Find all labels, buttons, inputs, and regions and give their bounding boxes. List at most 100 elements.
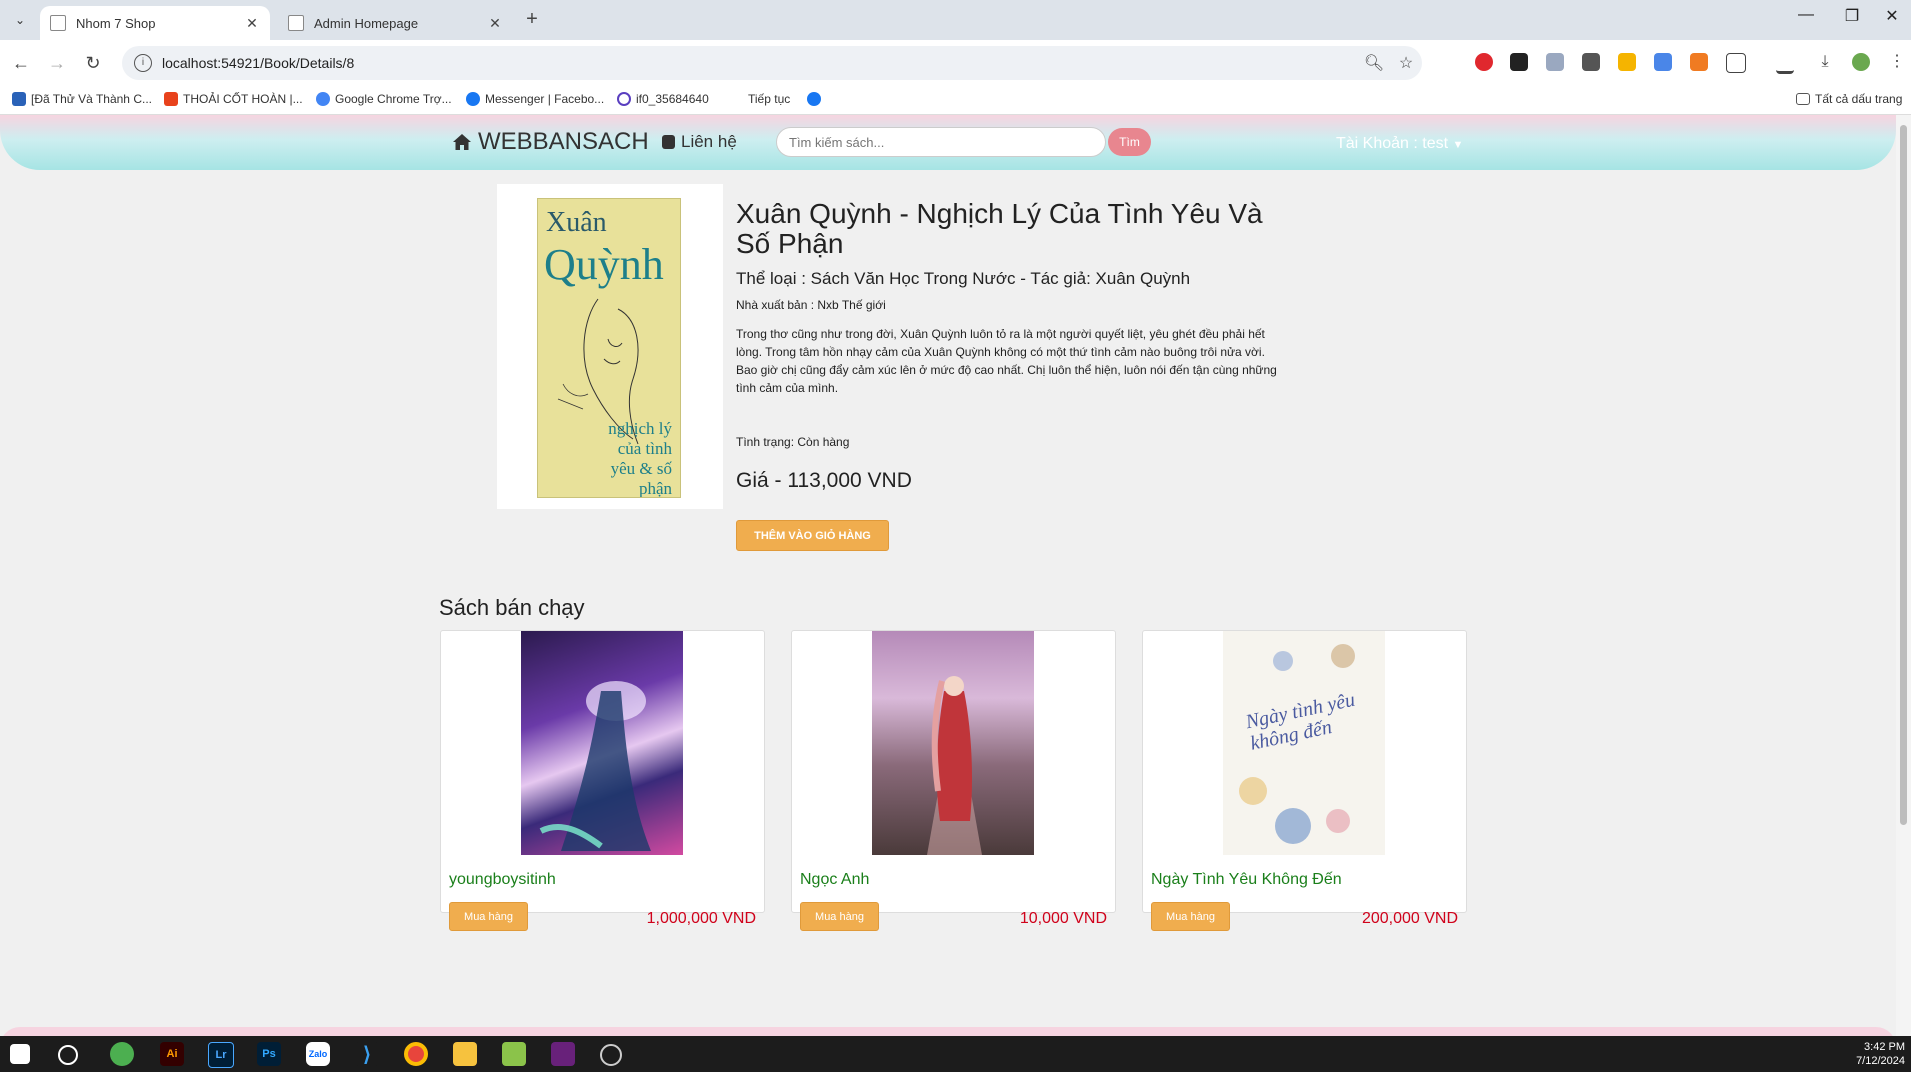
shopee-icon [164,92,178,106]
bookmark-item[interactable]: Messenger | Facebo... [466,92,604,106]
page-content: WEBBANSACH Liên hệ Tìm Tài Khoản : test … [0,115,1896,1036]
address-bar[interactable]: i localhost:54921/Book/Details/8 🔍︎ ☆ [122,46,1422,80]
search-input[interactable] [776,127,1106,157]
tab-admin-homepage[interactable]: Admin Homepage ✕ [278,6,513,40]
google-icon [316,92,330,106]
search-button[interactable]: Tìm [1108,128,1151,156]
bookmark-item[interactable]: Google Chrome Trợ... [316,92,452,106]
folder-icon [1796,93,1810,105]
product-card[interactable]: Ngọc Anh Mua hàng 10,000 VND [791,630,1116,931]
tab-nhom7-shop[interactable]: Nhom 7 Shop ✕ [40,6,270,40]
site-navbar: WEBBANSACH Liên hệ Tìm Tài Khoản : test … [0,115,1896,170]
bookmarks-bar: [Đã Thử Và Thành C... THOẢI CỐT HOÀN |..… [0,86,1911,115]
info-icon[interactable]: i [134,54,152,72]
minimize-button[interactable]: — [1786,6,1826,24]
url-text[interactable]: localhost:54921/Book/Details/8 [162,55,1358,71]
shield-extension-icon[interactable] [1546,53,1564,71]
buy-button[interactable]: Mua hàng [449,902,528,931]
lightroom-icon[interactable]: Lr [208,1042,234,1068]
add-to-cart-button[interactable]: THÊM VÀO GIỎ HÀNG [736,520,889,551]
home-icon [453,134,471,150]
book-thumbnail[interactable]: Ngày tình yêu không đến [1223,631,1385,855]
tab-search-button[interactable]: ⌄ [8,8,32,32]
photoshop-icon[interactable]: Ps [257,1042,281,1066]
book-name-link[interactable]: Ngọc Anh [800,871,869,889]
zalo-icon[interactable]: Zalo [306,1042,330,1066]
page-icon [50,15,66,31]
product-card[interactable]: youngboysitinh Mua hàng 1,000,000 VND [440,630,765,931]
arrow-right-icon: → [48,52,66,73]
product-image-box: Xuân Quỳnh nghịch lý của tình yêu & số p… [497,184,723,509]
close-window-button[interactable]: ✕ [1872,6,1911,26]
zoom-icon[interactable]: 🔍︎ [1358,53,1390,73]
buy-button[interactable]: Mua hàng [1151,902,1230,931]
page-scrollbar[interactable] [1896,115,1911,1036]
windows-taskbar: Ai Lr Ps Zalo ⟩ 3:42 PM 7/12/2024 [0,1036,1911,1072]
restore-button[interactable]: ❐ [1832,6,1872,26]
bestsellers-heading: Sách bán chạy [439,595,585,620]
download-icon[interactable]: ⤓ [1816,53,1834,71]
extension-icon[interactable] [1618,53,1636,71]
bookmark-label: [Đã Thử Và Thành C... [31,92,152,106]
new-tab-button[interactable]: + [520,8,544,31]
product-category-author: Thể loại : Sách Văn Học Trong Nước - Tác… [736,269,1191,288]
bookmark-label: THOẢI CỐT HOÀN |... [183,92,303,106]
visual-studio-icon[interactable] [551,1042,575,1066]
file-explorer-icon[interactable] [453,1042,477,1066]
contact-link[interactable]: Liên hệ [662,132,737,152]
product-description: Trong thơ cũng như trong đời, Xuân Quỳnh… [736,327,1277,395]
bookmark-item[interactable] [807,92,826,106]
opera-extension-icon[interactable] [1475,53,1493,71]
vscode-icon[interactable]: ⟩ [355,1042,379,1066]
book-thumbnail[interactable] [521,631,683,855]
book-thumbnail[interactable] [872,631,1034,855]
bookmark-item[interactable]: [Đã Thử Và Thành C... [12,92,152,106]
close-icon[interactable]: ✕ [242,15,262,32]
search-icon[interactable] [58,1045,78,1065]
close-icon[interactable]: ✕ [485,15,505,32]
app-icon[interactable] [502,1042,526,1066]
avatar[interactable] [1852,53,1870,71]
app-icon[interactable] [600,1044,622,1066]
brand-label: WEBBANSACH [478,128,649,155]
phone-icon [662,135,675,149]
tab-strip: ⌄ Nhom 7 Shop ✕ Admin Homepage ✕ + — ❐ ✕ [0,0,1911,40]
puzzle-icon[interactable] [1726,53,1746,73]
all-bookmarks[interactable]: Tất cả dấu trang [1796,92,1902,106]
translate-extension-icon[interactable] [1654,53,1672,71]
extension-icon[interactable] [1510,53,1528,71]
media-icon[interactable] [1776,53,1794,74]
infinity-icon [617,92,631,106]
windows-start-icon[interactable] [10,1044,30,1064]
reload-button[interactable]: ↻ [80,50,106,76]
bookmark-label: Messenger | Facebo... [485,92,605,106]
bookmark-item[interactable]: Tiếp tục [748,92,790,106]
forward-button[interactable]: → [44,50,70,76]
account-dropdown[interactable]: Tài Khoản : test ▼ [1336,135,1463,153]
app-icon[interactable] [110,1042,134,1066]
account-label: Tài Khoản : test [1336,135,1449,152]
book-name-link[interactable]: Ngày Tình Yêu Không Đến [1151,871,1342,889]
bookmark-item[interactable]: THOẢI CỐT HOÀN |... [164,92,303,106]
star-icon[interactable]: ☆ [1390,53,1422,73]
back-button[interactable]: ← [8,50,34,76]
product-card[interactable]: Ngày tình yêu không đến Ngày Tình Yêu Kh… [1142,630,1467,931]
footer [0,1027,1896,1036]
extension-icon[interactable] [1582,53,1600,71]
bookmark-label: if0_35684640 [636,92,709,106]
buy-button[interactable]: Mua hàng [800,902,879,931]
scrollbar-thumb[interactable] [1900,125,1907,825]
product-status: Tình trạng: Còn hàng [736,435,850,449]
chrome-icon[interactable] [404,1042,428,1066]
bookmark-item[interactable]: if0_35684640 [617,92,709,106]
tab-title: Admin Homepage [314,15,419,31]
illustrator-icon[interactable]: Ai [160,1042,184,1066]
brand-link[interactable]: WEBBANSACH [452,128,649,156]
product-price: Giá - 113,000 VND [736,469,912,492]
bookmark-label: Tiếp tục [748,92,791,106]
book-name-link[interactable]: youngboysitinh [449,871,556,889]
menu-icon[interactable]: ⋮ [1888,53,1906,71]
contact-label: Liên hệ [681,132,737,151]
extension-icon[interactable] [1690,53,1708,71]
system-clock[interactable]: 3:42 PM 7/12/2024 [1856,1040,1905,1068]
